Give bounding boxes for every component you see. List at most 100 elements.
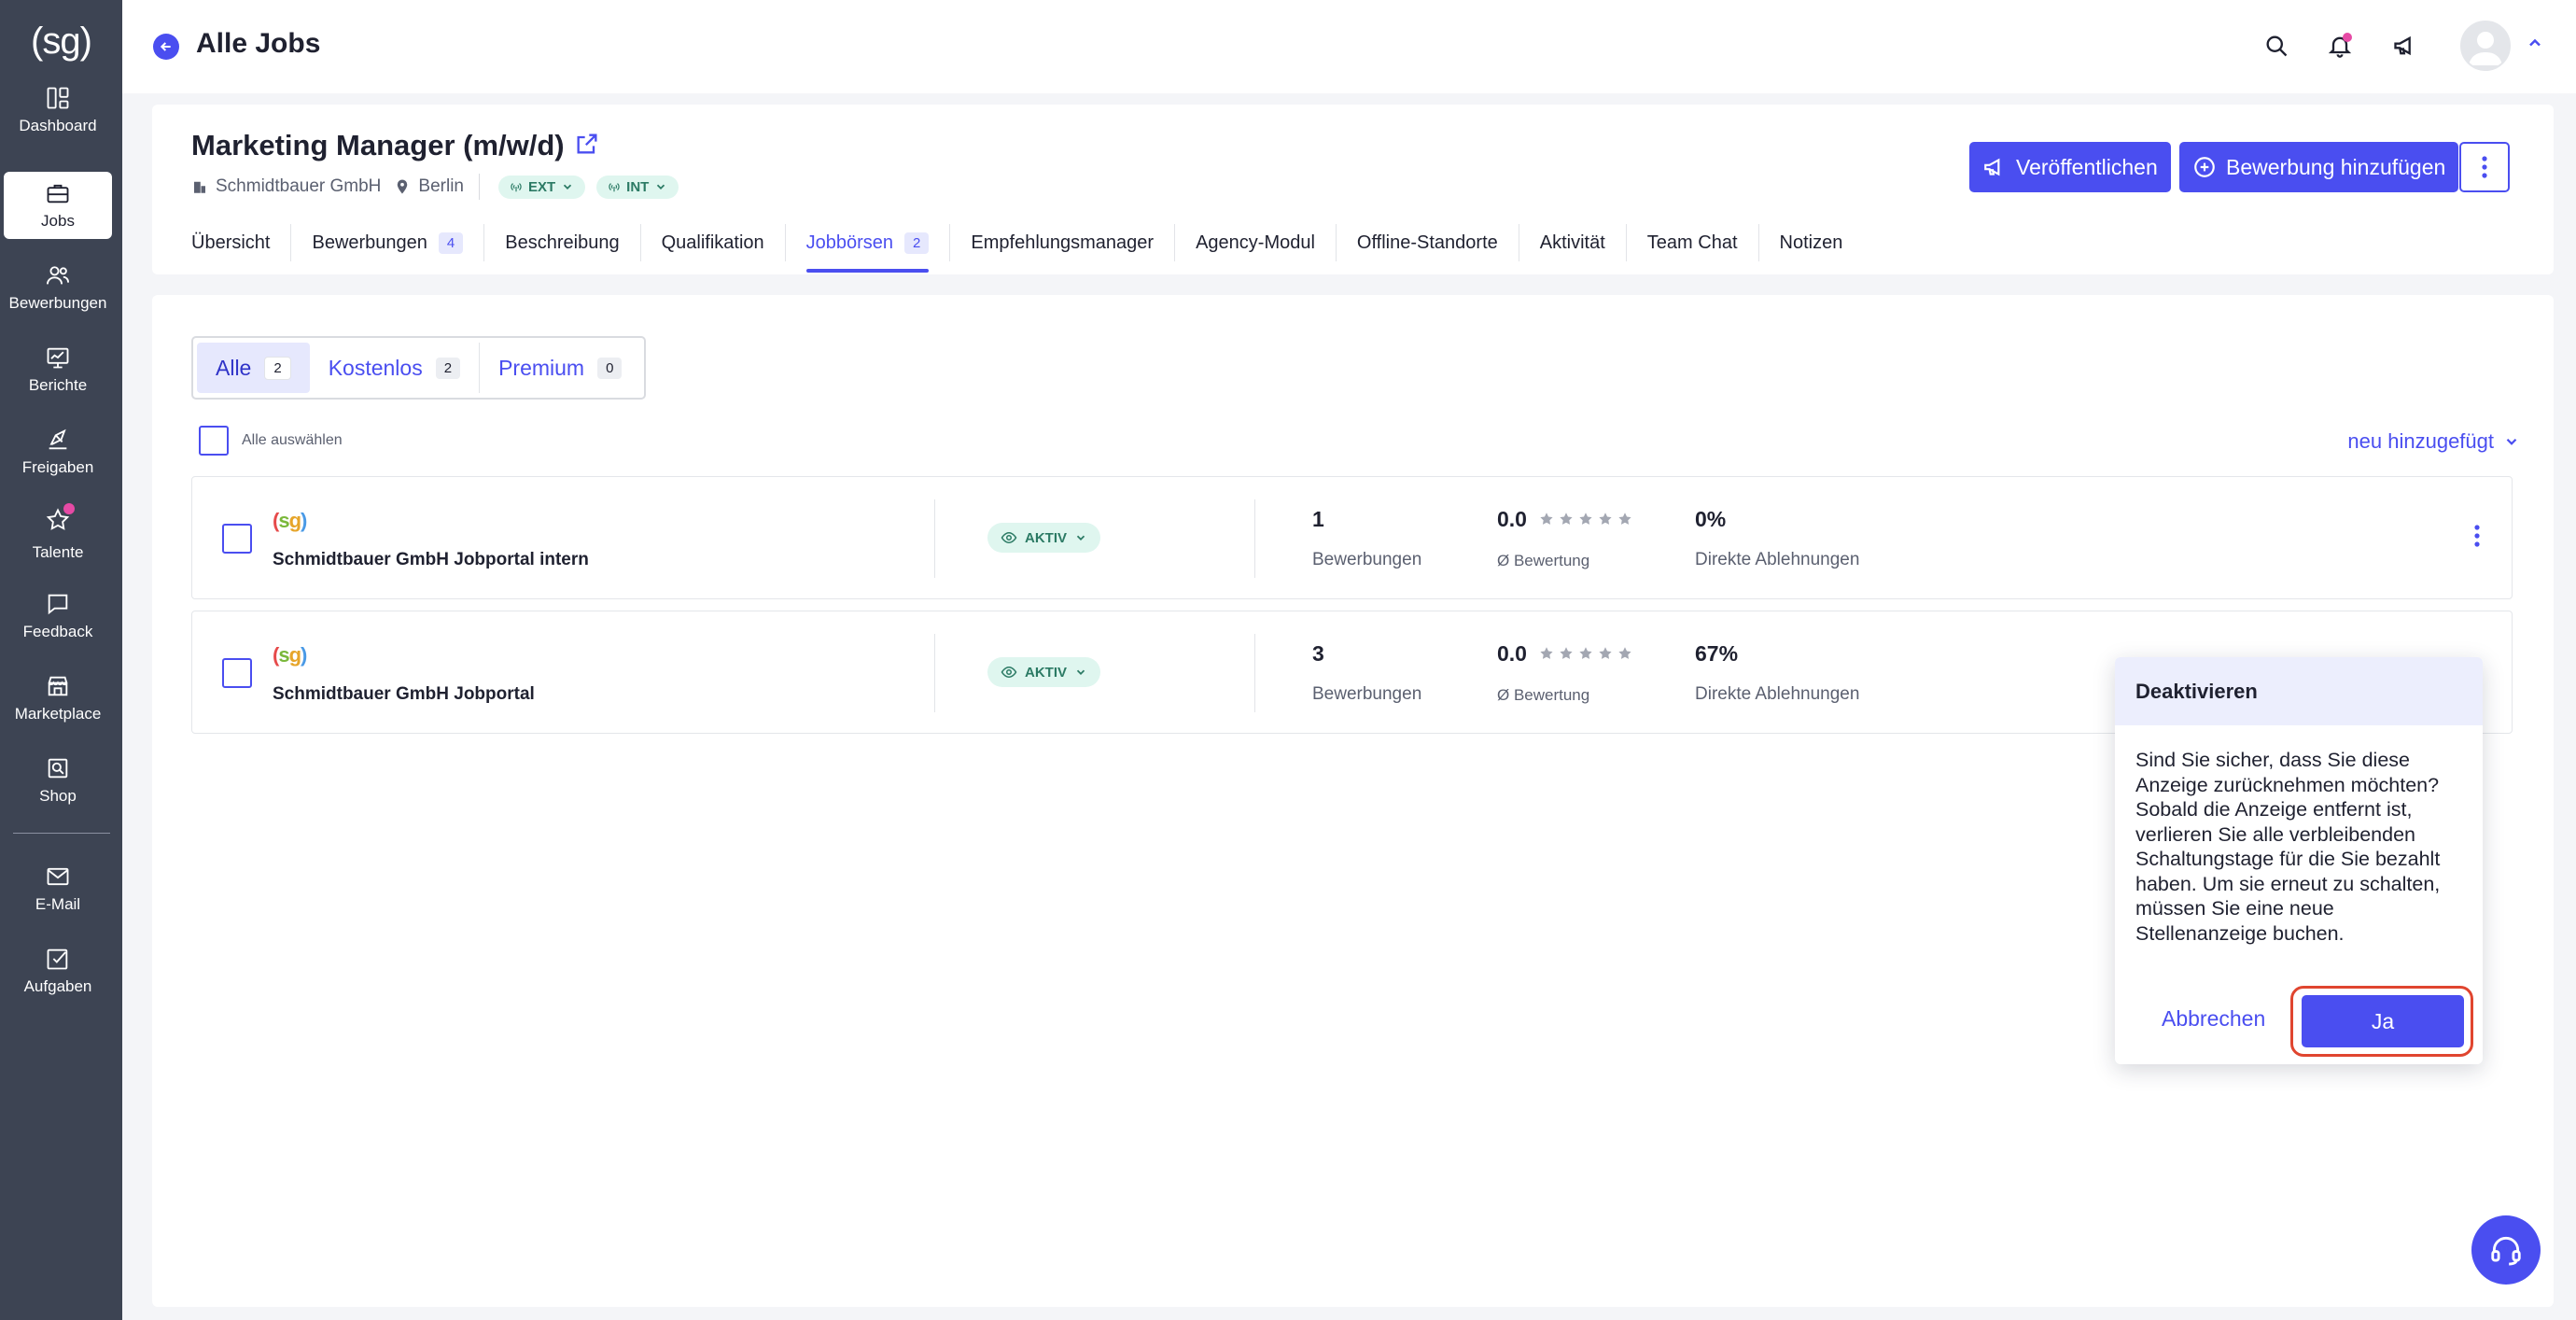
notifications-button[interactable] bbox=[2324, 30, 2356, 62]
external-link-icon bbox=[577, 133, 597, 154]
row-checkbox[interactable] bbox=[222, 658, 252, 688]
chevron-down-icon bbox=[657, 184, 665, 190]
sort-dropdown[interactable]: neu hinzugefügt bbox=[2347, 429, 2520, 454]
board-name: Schmidtbauer GmbH Jobportal intern bbox=[273, 550, 589, 569]
chevron-down-icon bbox=[1076, 669, 1085, 675]
segment-kostenlos[interactable]: Kostenlos 2 bbox=[310, 343, 481, 393]
megaphone-icon bbox=[2394, 35, 2411, 56]
row-divider bbox=[1254, 499, 1255, 578]
rejections-value: 67% bbox=[1695, 641, 1739, 666]
sort-label: neu hinzugefügt bbox=[2347, 429, 2494, 453]
open-job-link[interactable] bbox=[574, 131, 602, 159]
select-all-checkbox[interactable] bbox=[199, 426, 229, 456]
sidebar-item-shop[interactable]: Shop bbox=[4, 747, 112, 814]
confirm-button[interactable]: Ja bbox=[2302, 995, 2464, 1047]
eye-icon bbox=[1001, 666, 1017, 679]
cancel-button[interactable]: Abbrechen bbox=[2162, 1006, 2265, 1032]
status-badge[interactable]: AKTIV bbox=[987, 657, 1100, 687]
mail-icon bbox=[47, 867, 69, 886]
sidebar-item-dashboard[interactable]: Dashboard bbox=[4, 77, 112, 144]
applications-label: Bewerbungen bbox=[1312, 550, 1422, 569]
megaphone-icon bbox=[1984, 158, 2000, 176]
sidebar-item-freigaben[interactable]: Freigaben bbox=[4, 418, 112, 485]
tasks-icon bbox=[47, 948, 68, 970]
sidebar-item-label: Shop bbox=[39, 787, 77, 805]
chart-icon bbox=[47, 347, 69, 369]
job-board-row: (sg) Schmidtbauer GmbH Jobportal intern … bbox=[191, 476, 2513, 599]
board-logo: (sg) bbox=[273, 643, 307, 667]
chevron-up-icon bbox=[2529, 38, 2541, 47]
support-button[interactable] bbox=[2471, 1215, 2541, 1285]
tab-team-chat[interactable]: Team Chat bbox=[1627, 224, 1759, 261]
rating-value: 0.0 bbox=[1497, 507, 1527, 531]
tab-jobboersen[interactable]: Jobbörsen 2 bbox=[786, 224, 951, 273]
tab-beschreibung[interactable]: Beschreibung bbox=[484, 224, 641, 261]
tab-label: Empfehlungsmanager bbox=[971, 232, 1155, 253]
select-all[interactable]: Alle auswählen bbox=[199, 426, 343, 456]
sidebar-item-berichte[interactable]: Berichte bbox=[4, 336, 112, 403]
sidebar-item-marketplace[interactable]: Marketplace bbox=[4, 665, 112, 732]
badge-int[interactable]: INT bbox=[596, 175, 679, 199]
tab-agency-modul[interactable]: Agency-Modul bbox=[1175, 224, 1337, 261]
status-badge[interactable]: AKTIV bbox=[987, 523, 1100, 553]
sidebar-item-label: Dashboard bbox=[19, 117, 97, 134]
user-menu-toggle[interactable] bbox=[2526, 34, 2544, 52]
sidebar-item-label: Aufgaben bbox=[23, 977, 92, 995]
user-avatar[interactable] bbox=[2460, 21, 2511, 71]
tab-aktivitaet[interactable]: Aktivität bbox=[1519, 224, 1627, 261]
tab-notizen[interactable]: Notizen bbox=[1759, 224, 1864, 261]
avatar-icon bbox=[2469, 32, 2502, 65]
app-logo[interactable]: (sg) bbox=[0, 13, 122, 69]
row-more-button[interactable] bbox=[2466, 524, 2488, 554]
tab-bewerbungen[interactable]: Bewerbungen 4 bbox=[291, 224, 485, 261]
board-filter-segments: Alle 2 Kostenlos 2 Premium 0 bbox=[191, 336, 647, 400]
sidebar-item-talente[interactable]: Talente bbox=[4, 500, 112, 568]
rejections-label: Direkte Ablehnungen bbox=[1695, 684, 1860, 704]
meta-divider bbox=[478, 174, 480, 200]
tab-empfehlungsmanager[interactable]: Empfehlungsmanager bbox=[950, 224, 1176, 261]
sidebar-item-feedback[interactable]: Feedback bbox=[4, 583, 112, 650]
announcements-button[interactable] bbox=[2389, 30, 2421, 62]
star-icon bbox=[1579, 513, 1592, 525]
row-checkbox[interactable] bbox=[222, 524, 252, 554]
tab-offline-standorte[interactable]: Offline-Standorte bbox=[1337, 224, 1519, 261]
sidebar-item-email[interactable]: E-Mail bbox=[4, 855, 112, 922]
badge-ext[interactable]: EXT bbox=[497, 175, 586, 199]
star-icon bbox=[1618, 647, 1631, 659]
job-company: Schmidtbauer GmbH bbox=[216, 176, 382, 196]
status-label: AKTIV bbox=[1025, 529, 1067, 546]
rating-stars bbox=[1538, 511, 1633, 527]
broadcast-icon bbox=[511, 183, 522, 192]
publish-button[interactable]: Veröffentlichen bbox=[1969, 142, 2171, 192]
tab-label: Agency-Modul bbox=[1196, 232, 1315, 253]
star-icon bbox=[1618, 513, 1631, 525]
popover-title: Deaktivieren bbox=[2115, 657, 2483, 725]
top-bar bbox=[122, 0, 2576, 93]
sidebar-item-bewerbungen[interactable]: Bewerbungen bbox=[4, 254, 112, 321]
segment-label: Premium bbox=[498, 355, 585, 380]
tab-uebersicht[interactable]: Übersicht bbox=[191, 224, 292, 261]
sidebar-item-aufgaben[interactable]: Aufgaben bbox=[4, 937, 112, 1004]
job-more-button[interactable] bbox=[2459, 142, 2510, 192]
add-application-button[interactable]: Bewerbung hinzufügen bbox=[2179, 142, 2459, 192]
location-pin-icon bbox=[398, 179, 408, 194]
sidebar: (sg) Dashboard Jobs Bewerbungen Berichte… bbox=[0, 0, 122, 1320]
sidebar-item-jobs[interactable]: Jobs bbox=[4, 172, 112, 239]
tab-label: Qualifikation bbox=[661, 232, 764, 253]
segment-premium[interactable]: Premium 0 bbox=[480, 343, 640, 393]
segment-alle[interactable]: Alle 2 bbox=[197, 343, 310, 393]
plus-circle-icon bbox=[2194, 157, 2215, 177]
tab-qualifikation[interactable]: Qualifikation bbox=[641, 224, 786, 261]
star-icon bbox=[1579, 647, 1592, 659]
sidebar-item-label: Freigaben bbox=[21, 458, 94, 476]
arrow-left-icon bbox=[160, 42, 171, 51]
tab-label: Offline-Standorte bbox=[1356, 232, 1498, 253]
star-icon bbox=[1560, 513, 1573, 525]
back-button[interactable] bbox=[153, 34, 179, 60]
row-divider bbox=[934, 499, 935, 578]
rating-label: Ø Bewertung bbox=[1497, 552, 1590, 569]
applications-label: Bewerbungen bbox=[1312, 684, 1422, 704]
chevron-down-icon bbox=[2506, 438, 2517, 445]
search-button[interactable] bbox=[2261, 30, 2292, 62]
briefcase-icon bbox=[47, 184, 69, 204]
